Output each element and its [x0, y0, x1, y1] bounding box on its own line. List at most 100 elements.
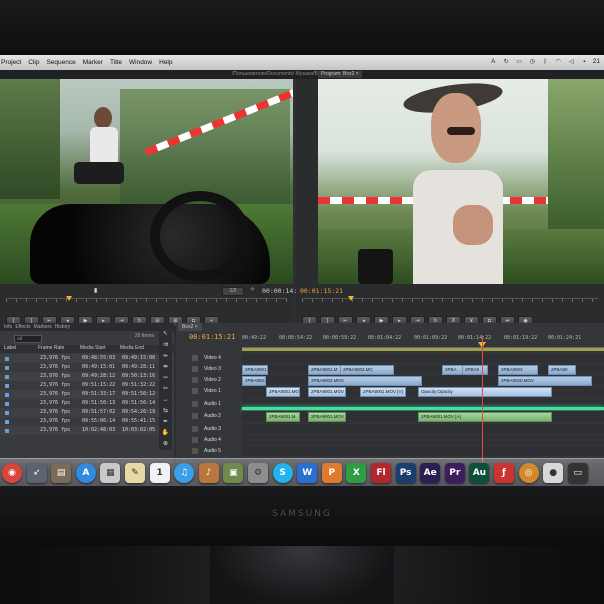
clip[interactable]: 2PBA9002.MOV — [308, 376, 422, 386]
clip[interactable]: 2PBA9001.M — [242, 365, 268, 375]
audition-icon[interactable]: Au — [469, 463, 490, 483]
menu-clock[interactable]: 21 — [593, 58, 600, 65]
project-row[interactable]: 23,976 fps 09:51:57:02 09:54:26:19 — [0, 408, 174, 417]
slide-icon[interactable]: ⇆ — [162, 407, 170, 415]
col-media-start[interactable]: Media Start — [80, 345, 106, 351]
preview-icon[interactable]: ▤ — [51, 463, 72, 483]
clip[interactable]: 2PBA9001.MOV — [308, 387, 346, 397]
excel-icon[interactable]: X — [346, 463, 367, 483]
clip[interactable]: 2PBA9020.MOV — [498, 376, 592, 386]
photoshop-icon[interactable]: Ps — [395, 463, 416, 483]
source-playhead[interactable] — [66, 296, 72, 301]
col-label[interactable]: Label — [4, 345, 16, 351]
menu-project[interactable]: Project — [1, 59, 21, 66]
col-media-end[interactable]: Media End — [120, 345, 144, 351]
track-select-icon[interactable]: ⇉ — [162, 341, 170, 349]
camera-icon[interactable]: ● — [543, 463, 564, 483]
pen-icon[interactable]: ✒ — [162, 418, 170, 426]
speaker-icon[interactable] — [192, 448, 198, 454]
rate-stretch-icon[interactable]: ⇿ — [162, 374, 170, 382]
project-row[interactable]: 23,976 fps 09:48:55:03 09:49:15:00 — [0, 354, 174, 363]
tab-info[interactable]: Info — [4, 323, 12, 331]
display-icon[interactable]: ▭ — [567, 463, 588, 483]
clip[interactable]: 2PBA9001.M — [308, 365, 342, 375]
dvd-icon[interactable]: ◎ — [518, 463, 539, 483]
project-row[interactable]: 23,976 fps 10:02:48:03 10:03:02:05 — [0, 426, 174, 435]
audio-level-line[interactable] — [242, 407, 604, 410]
project-row[interactable]: 23,976 fps 09:49:15:01 09:49:28:11 — [0, 363, 174, 372]
project-row[interactable]: 23,976 fps 09:51:15:22 09:51:32:22 — [0, 381, 174, 390]
speaker-icon[interactable] — [192, 413, 198, 419]
eye-icon[interactable] — [192, 388, 198, 394]
after-effects-icon[interactable]: Ae — [420, 463, 441, 483]
battery-icon[interactable]: ▭ — [515, 57, 524, 66]
clip[interactable]: 2PBA9003 — [498, 365, 538, 375]
clip[interactable]: 2PBA9002.MC — [340, 365, 394, 375]
guitar-icon[interactable]: ♪ — [198, 463, 219, 483]
source-zoom-select[interactable]: 1/2 — [222, 287, 244, 296]
project-row[interactable]: 23,976 fps 09:49:28:12 09:50:13:16 — [0, 372, 174, 381]
flag-icon[interactable]: ▪ — [580, 57, 589, 66]
speaker-icon[interactable] — [192, 437, 198, 443]
program-mini-ruler[interactable] — [302, 296, 598, 309]
clip[interactable]: Opacity:Opacity — [418, 387, 552, 397]
track-header[interactable]: Audio 5 — [192, 446, 242, 456]
tab-history[interactable]: History — [55, 323, 71, 331]
clip[interactable]: 2PBA9001.MOV — [242, 376, 266, 386]
flash-icon[interactable]: Fl — [371, 463, 391, 483]
timemachine-icon[interactable]: ◷ — [528, 57, 537, 66]
chrome-icon[interactable]: ◉ — [2, 463, 22, 483]
timeline-playhead[interactable] — [482, 335, 483, 463]
menu-marker[interactable]: Marker — [83, 59, 103, 66]
flash-player-icon[interactable]: ƒ — [494, 463, 514, 483]
source-mini-ruler[interactable] — [6, 296, 287, 309]
chart-icon[interactable]: ▦ — [100, 463, 121, 483]
track-lane[interactable] — [242, 446, 604, 456]
track-header[interactable]: Audio 3 — [192, 424, 242, 434]
track-header[interactable]: Audio 2 — [192, 411, 242, 423]
track-lane[interactable]: 2PBA9001.M 2PBA9001.M 2PBA9002.MC 2PBA 2… — [242, 364, 604, 375]
hand-icon[interactable]: ✋ — [162, 429, 170, 437]
track-header[interactable]: Video 3 — [192, 364, 242, 374]
project-row[interactable]: 23,976 fps 09:55:06:14 09:55:41:15 — [0, 417, 174, 426]
selection-tool-icon[interactable]: ↖ — [162, 330, 170, 338]
in-filter-select[interactable]: All — [14, 335, 42, 343]
calendar-icon[interactable]: 1 — [149, 463, 170, 483]
tab-markers[interactable]: Markers — [34, 323, 52, 331]
tab-program-monitor[interactable]: Program: Box2 × — [318, 71, 362, 78]
clip[interactable]: 2PBA9001.MOV [V] — [360, 387, 406, 397]
track-header[interactable]: Audio 4 — [192, 435, 242, 445]
app-store-icon[interactable]: A — [75, 463, 96, 483]
col-frame-rate[interactable]: Frame Rate — [38, 345, 64, 351]
itunes-icon[interactable]: ♫ — [174, 463, 195, 483]
speaker-icon[interactable] — [192, 426, 198, 432]
powerpoint-icon[interactable]: P — [321, 463, 342, 483]
track-header[interactable]: Video 2 — [192, 375, 242, 385]
clip[interactable]: 2PBA — [442, 365, 464, 375]
adobe-icon[interactable]: A — [489, 57, 498, 66]
track-lane[interactable] — [242, 353, 604, 363]
clip[interactable]: 2PBA9001.MOV — [266, 387, 300, 397]
rolling-edit-icon[interactable]: ⇹ — [162, 363, 170, 371]
menu-clip[interactable]: Clip — [28, 59, 39, 66]
work-area-bar[interactable] — [242, 348, 604, 351]
menu-sequence[interactable]: Sequence — [46, 59, 75, 66]
word-icon[interactable]: W — [297, 463, 318, 483]
rocket-icon[interactable]: ➶ — [26, 463, 47, 483]
speaker-icon[interactable] — [192, 401, 198, 407]
wrench-icon[interactable]: ✧ — [250, 286, 255, 293]
menu-title[interactable]: Title — [110, 59, 122, 66]
sync-icon[interactable]: ↻ — [502, 57, 511, 66]
play-icon[interactable]: ▮ — [94, 287, 97, 294]
project-row[interactable]: 23,976 fps 09:51:33:17 09:51:50:12 — [0, 390, 174, 399]
eye-icon[interactable] — [192, 366, 198, 372]
time-ruler[interactable]: 00:49:22 00:00:54:22 00:00:59:22 00:01:0… — [242, 335, 604, 348]
slip-icon[interactable]: ↔ — [162, 396, 170, 404]
menu-help[interactable]: Help — [159, 59, 172, 66]
project-row[interactable]: 23,976 fps 09:51:50:13 09:51:56:14 — [0, 399, 174, 408]
track-header[interactable]: Audio 1 — [192, 399, 242, 409]
menu-window[interactable]: Window — [129, 59, 152, 66]
clip[interactable]: 2PBA90 — [548, 365, 576, 375]
wifi-icon[interactable]: ◠ — [554, 57, 563, 66]
audio-clip[interactable]: 2PBA9001.MOV [A] — [418, 412, 552, 422]
